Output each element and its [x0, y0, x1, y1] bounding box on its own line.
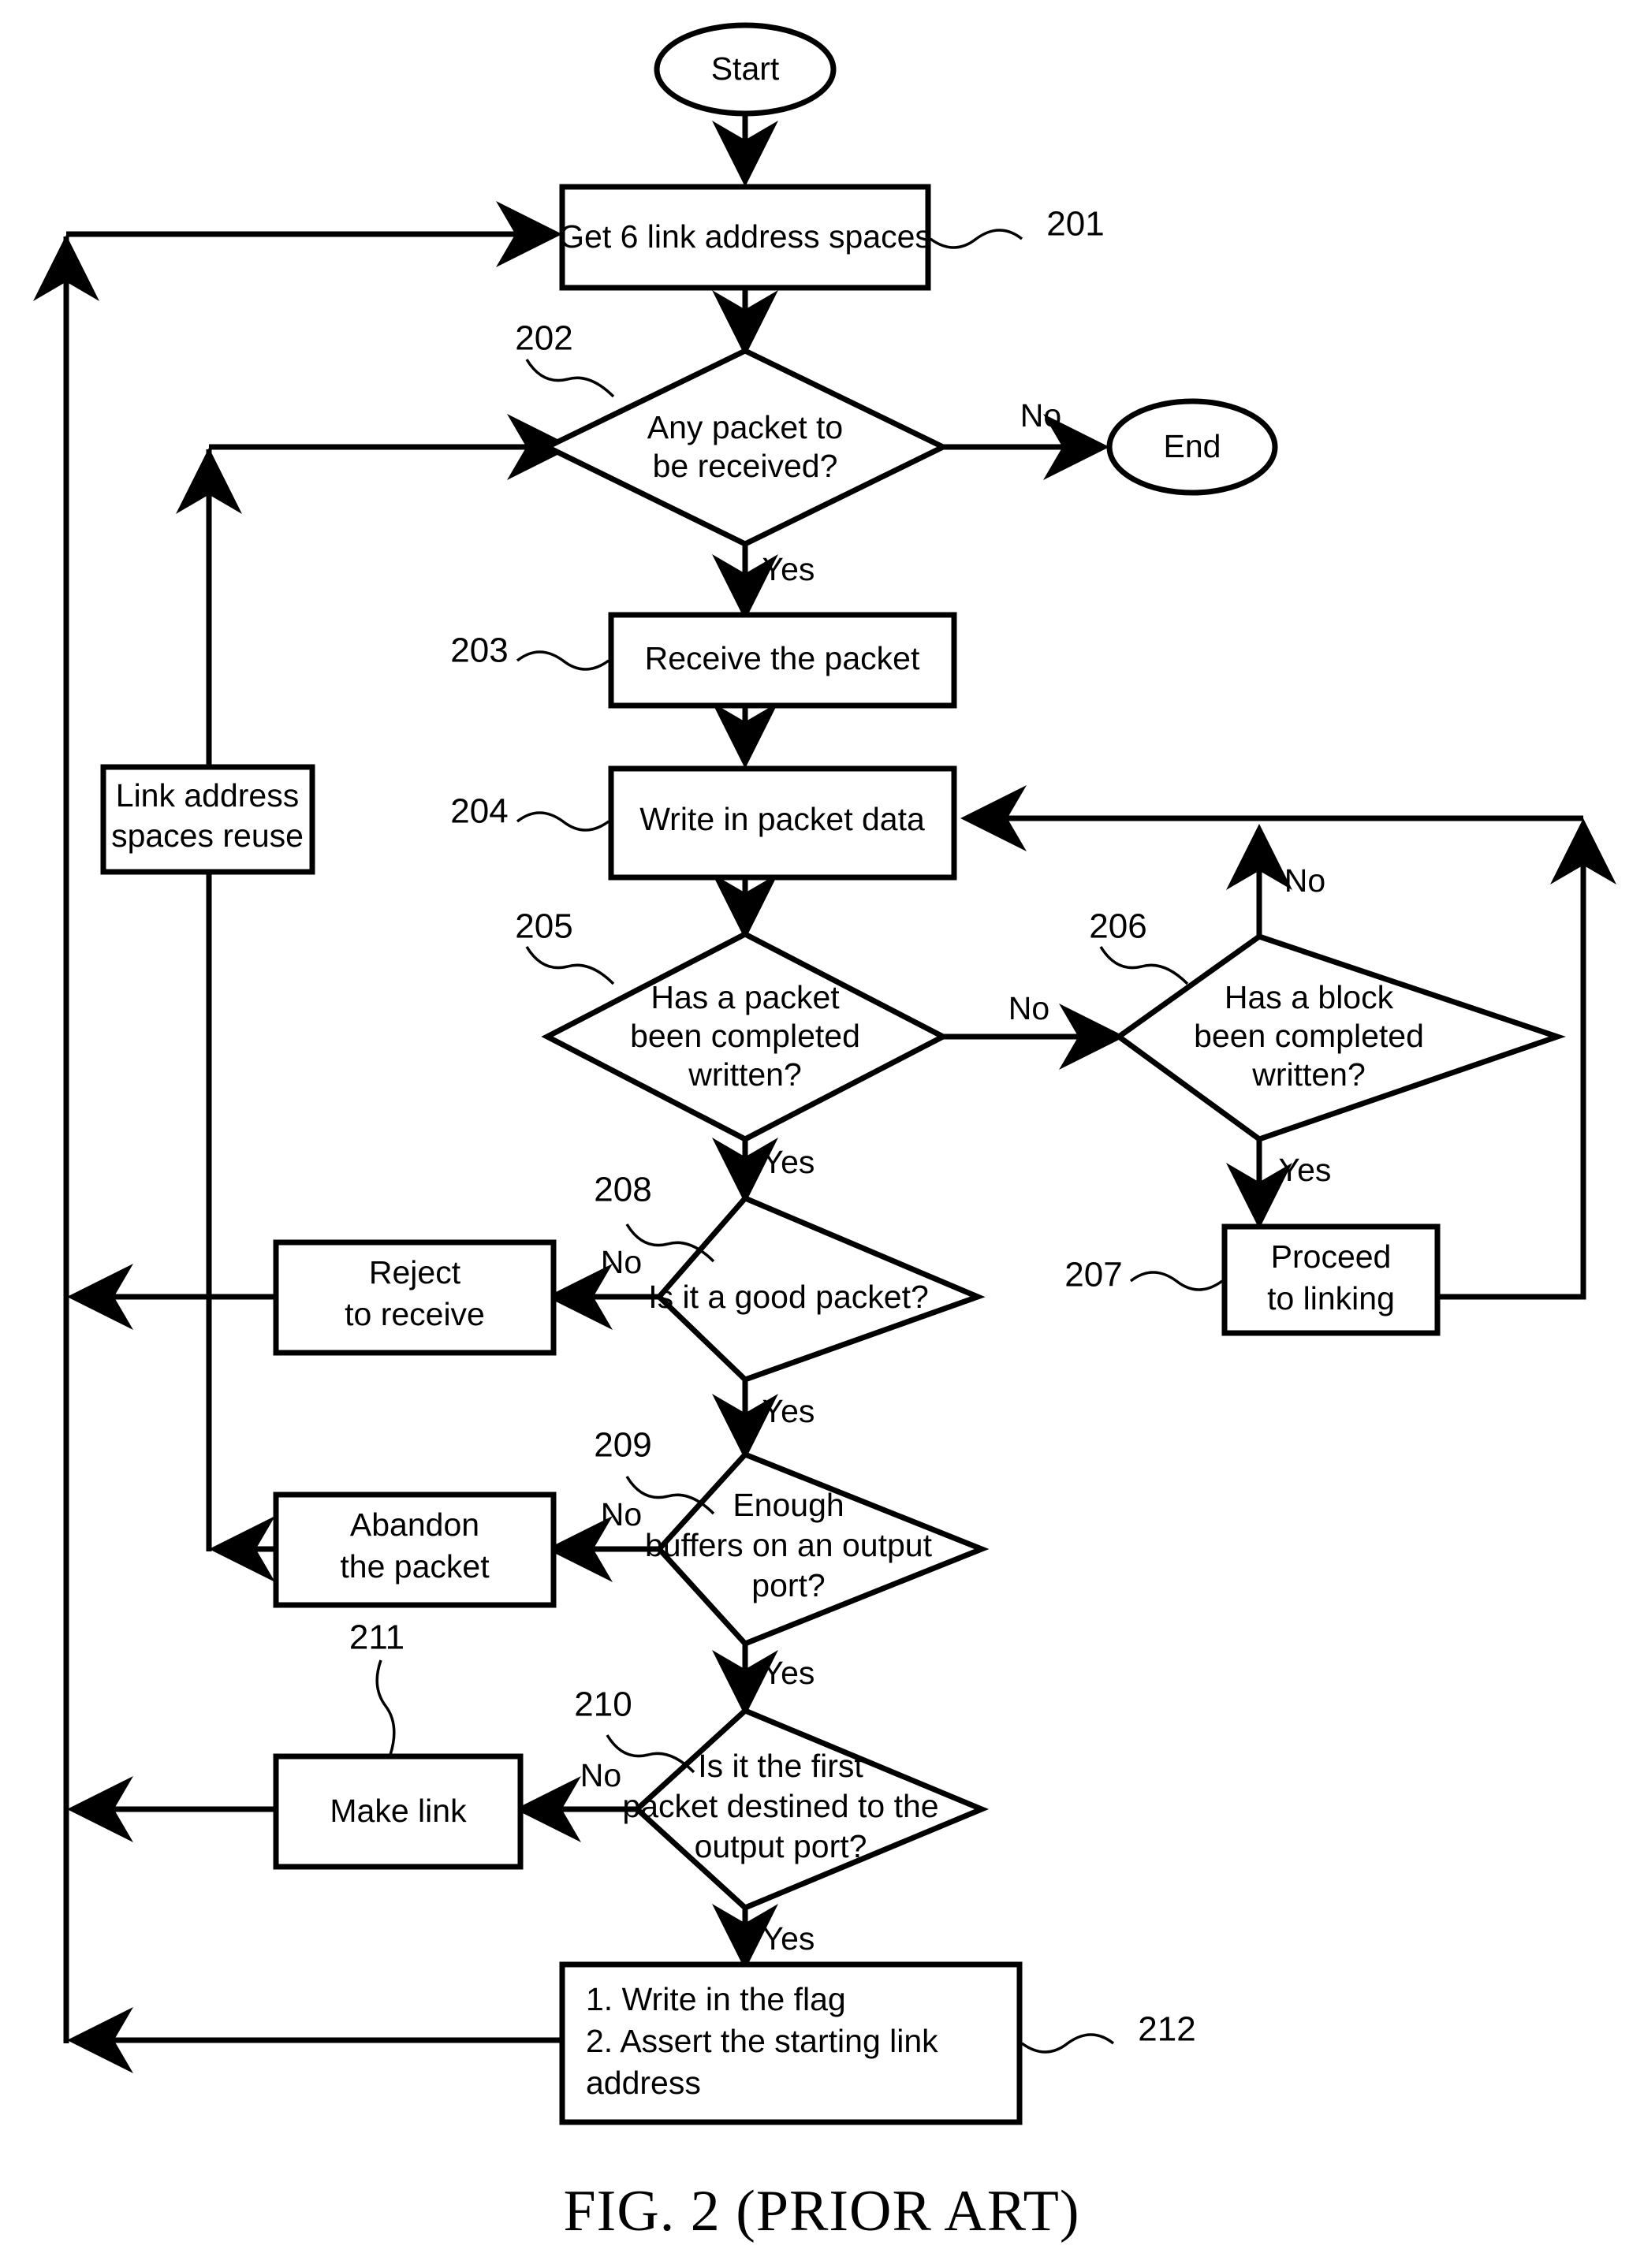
diamond-210-line1: Is it the first: [698, 1748, 863, 1784]
diamond-208-label: Is it a good packet?: [648, 1279, 929, 1315]
box-abandon-line2: the packet: [340, 1548, 490, 1585]
node-208: Is it a good packet? 208: [594, 1171, 986, 1384]
flowchart-canvas: Start End Get 6 link address spaces 201 …: [32, 22, 1616, 2244]
box-reject-line1: Reject: [369, 1254, 461, 1290]
box-abandon-line1: Abandon: [350, 1506, 479, 1543]
box-212-line3: address: [586, 2065, 701, 2101]
diamond-209-line3: port?: [751, 1567, 825, 1603]
label-208-no: No: [601, 1244, 642, 1280]
node-reject-to-receive: Reject to receive: [273, 1239, 557, 1356]
node-201: Get 6 link address spaces 201: [559, 184, 1105, 291]
node-205: Has a packet been completed written? 205: [515, 907, 949, 1142]
box-203-label: Receive the packet: [645, 640, 920, 676]
ref-207: 207: [1064, 1256, 1122, 1294]
diamond-202-line2: be received?: [653, 448, 838, 484]
box-207-line2: to linking: [1267, 1280, 1395, 1316]
diamond-209-line1: Enough: [733, 1487, 844, 1523]
box-204-label: Write in packet data: [639, 801, 925, 837]
ref-209: 209: [594, 1426, 651, 1465]
diamond-206-line3: written?: [1251, 1056, 1366, 1093]
box-211-label: Make link: [330, 1793, 467, 1829]
box-212-line2: 2. Assert the starting link: [586, 2023, 938, 2059]
leader-205: [525, 946, 615, 985]
ref-202: 202: [515, 319, 572, 358]
node-211: Make link 211: [273, 1618, 524, 1870]
leader-211: [375, 1659, 396, 1756]
label-202-yes: Yes: [762, 551, 815, 587]
label-202-no: No: [1020, 397, 1061, 434]
diamond-210-line3: output port?: [695, 1828, 867, 1864]
box-reject-line2: to receive: [345, 1296, 485, 1332]
node-206: Has a block been completed written? 206: [1089, 907, 1566, 1142]
node-link-address-spaces-reuse: Link address spaces reuse: [100, 764, 315, 875]
box-201-label: Get 6 link address spaces: [559, 218, 931, 255]
box-207-line1: Proceed: [1271, 1238, 1392, 1275]
box-reuse-line2: spaces reuse: [111, 817, 304, 854]
label-205-yes: Yes: [762, 1144, 815, 1180]
ref-212: 212: [1138, 2010, 1195, 2049]
label-209-yes: Yes: [762, 1655, 815, 1691]
label-206-yes: Yes: [1279, 1152, 1332, 1188]
diamond-205-line2: been completed: [630, 1018, 860, 1054]
leader-202: [525, 359, 615, 398]
diamond-209-line2: buffers on an output: [645, 1527, 933, 1563]
leader-206: [1099, 946, 1189, 985]
label-210-no: No: [580, 1757, 621, 1793]
figure-caption: FIG. 2 (PRIOR ART): [564, 2179, 1080, 2244]
diamond-202-line1: Any packet to: [647, 409, 843, 445]
label-208-yes: Yes: [762, 1393, 815, 1429]
leader-207: [1129, 1271, 1224, 1291]
diamond-210-line2: packet destined to the: [622, 1788, 938, 1824]
node-203: Receive the packet 203: [450, 612, 957, 709]
node-202: Any packet to be received? 202: [515, 319, 949, 547]
node-204: Write in packet data 204: [450, 765, 957, 881]
node-207: Proceed to linking 207: [1064, 1223, 1441, 1336]
figure-root: Start End Get 6 link address spaces 201 …: [0, 0, 1644, 2268]
label-209-no: No: [601, 1496, 642, 1532]
ref-210: 210: [574, 1685, 632, 1724]
ref-204: 204: [450, 792, 508, 831]
diamond-205-line1: Has a packet: [651, 979, 840, 1015]
ref-203: 203: [450, 631, 508, 670]
leader-201: [929, 229, 1023, 249]
node-end: End: [1106, 398, 1278, 496]
diamond-206-line2: been completed: [1194, 1018, 1424, 1054]
end-label: End: [1164, 428, 1221, 464]
node-210: Is it the first packet destined to the o…: [574, 1685, 990, 1912]
node-abandon-the-packet: Abandon the packet: [273, 1492, 557, 1608]
ref-201: 201: [1046, 205, 1104, 244]
box-212-line1: 1. Write in the flag: [586, 1981, 846, 2017]
node-212: 1. Write in the flag 2. Assert the start…: [559, 1961, 1196, 2125]
diamond-205-line3: written?: [688, 1056, 802, 1093]
ref-206: 206: [1089, 907, 1146, 946]
ref-211: 211: [349, 1618, 404, 1657]
ref-205: 205: [515, 907, 572, 946]
box-reuse-line1: Link address: [116, 777, 299, 814]
label-210-yes: Yes: [762, 1920, 815, 1957]
start-label: Start: [711, 50, 780, 87]
diamond-206-line1: Has a block: [1225, 979, 1394, 1015]
leader-212: [1020, 2033, 1115, 2054]
leader-203: [516, 650, 610, 671]
label-205-no: No: [1008, 990, 1049, 1026]
leader-204: [516, 811, 610, 832]
ref-208: 208: [594, 1171, 651, 1209]
label-206-no: No: [1284, 862, 1325, 899]
node-209: Enough buffers on an output port? 209: [594, 1426, 990, 1648]
node-start: Start: [654, 22, 837, 117]
